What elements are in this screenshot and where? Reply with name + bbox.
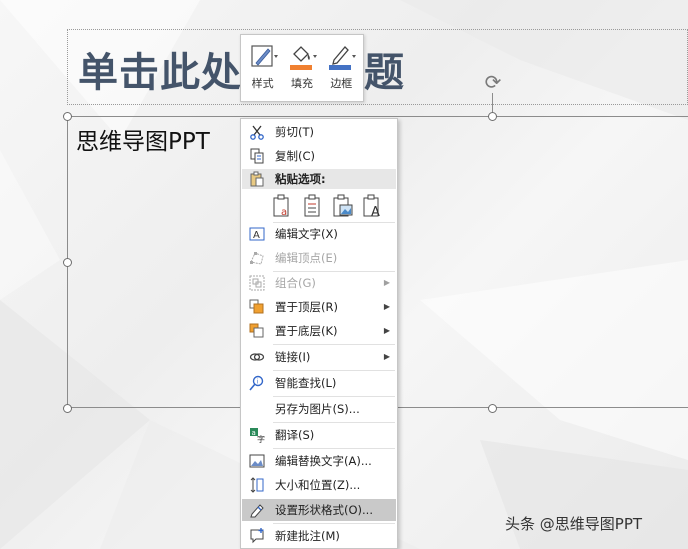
- paste-keep-text-only-button[interactable]: A: [361, 193, 385, 219]
- menu-item-send-to-back[interactable]: 置于底层(K) ▶: [242, 320, 396, 342]
- size-position-icon: [250, 477, 264, 493]
- submenu-arrow-icon: ▶: [383, 326, 390, 335]
- menu-label-format-shape: 设置形状格式(O)...: [275, 503, 373, 517]
- style-button[interactable]: 样式: [244, 41, 282, 101]
- menu-separator: [273, 448, 395, 449]
- menu-item-new-comment[interactable]: 新建批注(M): [242, 525, 396, 547]
- clipboard-icon: [250, 171, 264, 187]
- menu-label-size-position: 大小和位置(Z)...: [275, 478, 361, 492]
- paste-options-row: a A: [271, 191, 385, 221]
- menu-label-copy: 复制(C): [275, 149, 316, 163]
- svg-text:A: A: [253, 230, 260, 241]
- rotate-connector: [492, 93, 493, 113]
- blank-icon: [242, 398, 272, 420]
- border-label: 边框: [330, 77, 353, 90]
- menu-label-edit-points: 编辑顶点(E): [275, 251, 338, 265]
- paste-options-header: 粘贴选项:: [242, 169, 396, 189]
- menu-item-translate[interactable]: a字 翻译(S): [242, 424, 396, 446]
- edit-points-icon: [250, 252, 264, 265]
- resize-handle-bottom-center[interactable]: [488, 404, 497, 413]
- menu-label-cut: 剪切(T): [275, 125, 314, 139]
- menu-item-size-position[interactable]: 大小和位置(Z)...: [242, 474, 396, 496]
- menu-item-cut[interactable]: 剪切(T): [242, 121, 396, 143]
- link-icon: [249, 353, 265, 361]
- menu-label-group: 组合(G): [275, 276, 316, 290]
- menu-item-edit-alt-text[interactable]: 编辑替换文字(A)...: [242, 450, 396, 472]
- alt-text-icon: [249, 454, 265, 468]
- fill-button[interactable]: 填充: [283, 41, 321, 101]
- border-color-swatch: [329, 65, 352, 70]
- mini-toolbar: 样式 填充 边框: [240, 34, 364, 102]
- menu-separator: [273, 344, 395, 345]
- paste-picture-icon: [333, 194, 353, 217]
- menu-item-bring-to-front[interactable]: 置于顶层(R) ▶: [242, 296, 396, 318]
- svg-text:字: 字: [257, 434, 265, 443]
- menu-label-link: 链接(I): [275, 350, 311, 364]
- menu-item-format-shape[interactable]: 设置形状格式(O)...: [242, 499, 396, 521]
- svg-text:a: a: [252, 429, 256, 437]
- bring-to-front-icon: [249, 299, 264, 314]
- resize-handle-bottom-left[interactable]: [63, 404, 72, 413]
- group-icon: [249, 275, 265, 291]
- svg-text:A: A: [371, 205, 380, 218]
- menu-item-link[interactable]: 链接(I) ▶: [242, 346, 396, 368]
- menu-separator: [273, 396, 395, 397]
- menu-item-edit-text[interactable]: A 编辑文字(X): [242, 223, 396, 245]
- menu-separator: [273, 370, 395, 371]
- paste-keep-format-icon: [304, 194, 320, 217]
- menu-label-edit-text: 编辑文字(X): [275, 227, 338, 241]
- style-icon: [251, 45, 278, 67]
- submenu-arrow-icon: ▶: [383, 352, 390, 361]
- title-placeholder[interactable]: 单击此处 题: [67, 29, 688, 105]
- menu-label-save-as-picture: 另存为图片(S)...: [275, 402, 360, 416]
- svg-text:i: i: [257, 379, 259, 386]
- translate-icon: a字: [250, 428, 265, 443]
- resize-handle-top-center[interactable]: [488, 112, 497, 121]
- pen-border-icon: [329, 46, 357, 70]
- style-label: 样式: [251, 77, 274, 90]
- scissors-icon: [250, 125, 264, 140]
- paste-destination-icon: a: [273, 194, 289, 218]
- svg-text:a: a: [281, 207, 287, 218]
- menu-item-smart-lookup[interactable]: i 智能查找(L): [242, 372, 396, 394]
- title-text: 单击此处: [78, 50, 242, 96]
- slide-canvas[interactable]: 单击此处 题 ⟳ 思维导图PPT 样式 填充 边框 剪切(T) 复制(C) 粘贴…: [0, 0, 688, 549]
- paste-options-label: 粘贴选项:: [275, 172, 326, 186]
- format-shape-icon: [250, 504, 264, 518]
- title-text-tail: 题: [364, 50, 404, 96]
- watermark-text: 头条 @思维导图PPT: [505, 515, 643, 533]
- resize-handle-middle-left[interactable]: [63, 258, 72, 267]
- context-menu: 剪切(T) 复制(C) 粘贴选项: a A A 编辑文字(X) 编辑顶点(E): [240, 118, 398, 549]
- rotate-icon[interactable]: ⟳: [482, 71, 504, 93]
- menu-separator: [273, 422, 395, 423]
- resize-handle-top-left[interactable]: [63, 112, 72, 121]
- fill-bucket-icon: [289, 46, 317, 70]
- menu-item-save-as-picture[interactable]: 另存为图片(S)...: [242, 398, 396, 420]
- menu-item-group[interactable]: 组合(G) ▶: [242, 272, 396, 294]
- menu-label-send-to-back: 置于底层(K): [275, 324, 338, 338]
- submenu-arrow-icon: ▶: [383, 278, 390, 287]
- border-button[interactable]: 边框: [322, 41, 360, 101]
- menu-label-edit-alt-text: 编辑替换文字(A)...: [275, 454, 372, 468]
- fill-color-swatch: [289, 65, 312, 70]
- new-comment-icon: [250, 528, 264, 544]
- paste-text-only-icon: A: [363, 194, 380, 218]
- paste-use-destination-theme-button[interactable]: a: [271, 193, 295, 219]
- edit-text-icon: A: [249, 227, 265, 241]
- send-to-back-icon: [249, 323, 264, 338]
- fill-label: 填充: [290, 77, 313, 90]
- paste-keep-formatting-button[interactable]: [301, 193, 325, 219]
- menu-label-new-comment: 新建批注(M): [275, 529, 340, 543]
- menu-separator: [273, 523, 395, 524]
- menu-item-edit-points[interactable]: 编辑顶点(E): [242, 247, 396, 269]
- menu-label-bring-to-front: 置于顶层(R): [275, 300, 338, 314]
- menu-item-copy[interactable]: 复制(C): [242, 145, 396, 167]
- smart-lookup-icon: i: [249, 375, 264, 391]
- menu-label-translate: 翻译(S): [275, 428, 315, 442]
- submenu-arrow-icon: ▶: [383, 302, 390, 311]
- paste-picture-button[interactable]: [331, 193, 355, 219]
- content-text: 思维导图PPT: [76, 129, 210, 155]
- menu-label-smart-lookup: 智能查找(L): [275, 376, 337, 390]
- copy-icon: [250, 148, 264, 164]
